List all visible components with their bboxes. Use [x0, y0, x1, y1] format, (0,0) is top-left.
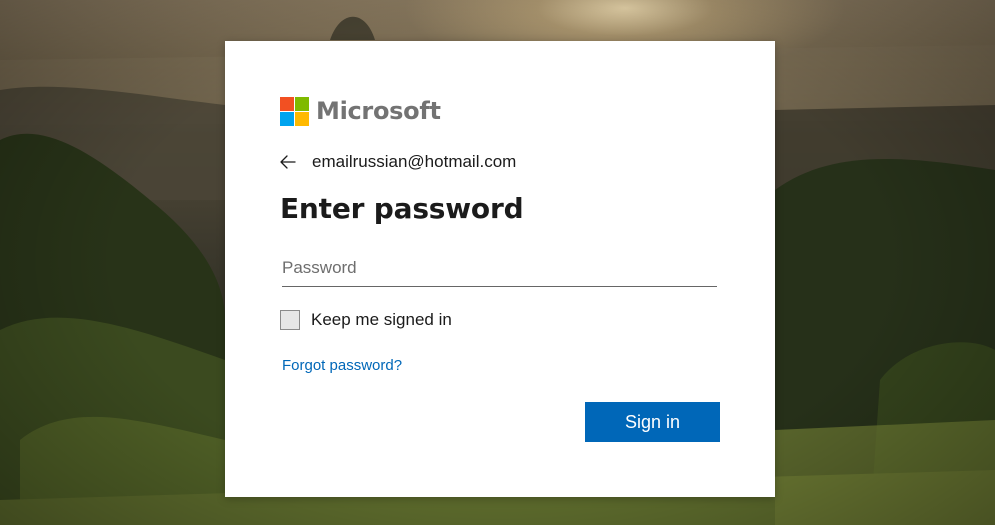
- brand-name: Microsoft: [316, 96, 441, 125]
- logo-square-green: [295, 96, 309, 111]
- keep-signed-in-label[interactable]: Keep me signed in: [311, 310, 452, 330]
- logo-square-yellow: [295, 111, 309, 126]
- keep-signed-in-checkbox[interactable]: [280, 310, 300, 330]
- password-input[interactable]: [282, 250, 717, 287]
- brand-header: Microsoft: [280, 96, 441, 126]
- identity-banner[interactable]: emailrussian@hotmail.com: [280, 150, 516, 174]
- sign-in-button[interactable]: Sign in: [585, 402, 720, 442]
- login-page: Microsoft emailrussian@hotmail.com Enter…: [0, 0, 995, 525]
- microsoft-logo-icon: [280, 96, 309, 126]
- logo-square-red: [280, 96, 294, 111]
- page-title: Enter password: [280, 192, 524, 225]
- identity-email: emailrussian@hotmail.com: [312, 152, 517, 171]
- keep-signed-in-row[interactable]: Keep me signed in: [280, 308, 452, 332]
- forgot-password-link[interactable]: Forgot password?: [282, 357, 402, 374]
- arrow-left-icon[interactable]: [280, 150, 304, 174]
- signin-card: Microsoft emailrussian@hotmail.com Enter…: [225, 41, 775, 497]
- logo-square-blue: [280, 111, 294, 126]
